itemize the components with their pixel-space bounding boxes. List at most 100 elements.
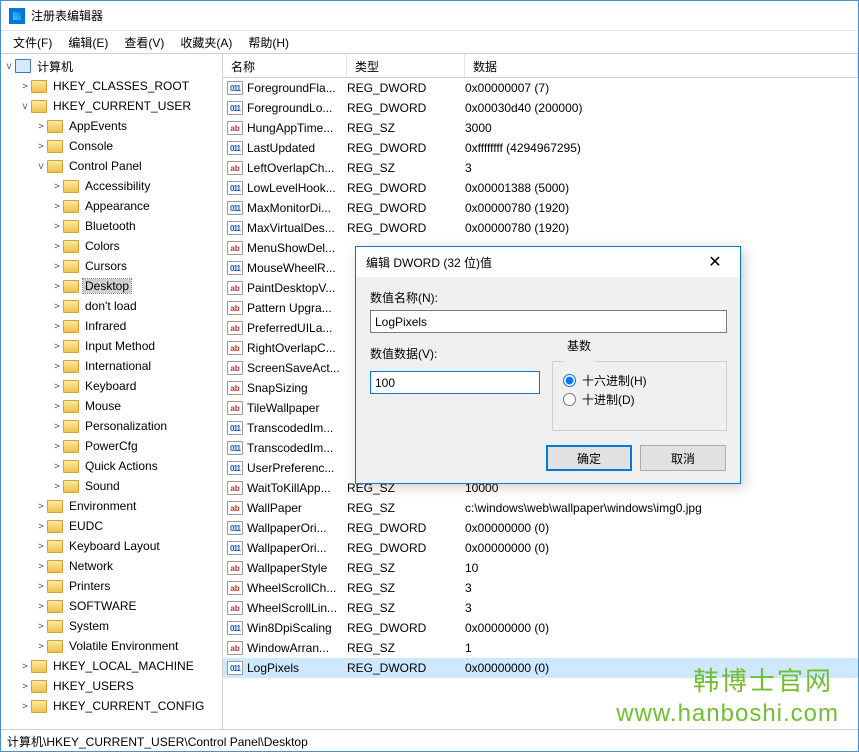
- chevron-right-icon[interactable]: >: [51, 481, 63, 492]
- chevron-right-icon[interactable]: >: [35, 621, 47, 632]
- tree-item[interactable]: >PowerCfg: [1, 436, 222, 456]
- value-row[interactable]: abWheelScrollCh...REG_SZ3: [223, 578, 858, 598]
- tree-item[interactable]: >AppEvents: [1, 116, 222, 136]
- col-type[interactable]: 类型: [347, 54, 465, 77]
- col-name[interactable]: 名称: [223, 54, 347, 77]
- tree-item[interactable]: >HKEY_USERS: [1, 676, 222, 696]
- menu-help[interactable]: 帮助(H): [242, 32, 295, 53]
- tree-item[interactable]: >Accessibility: [1, 176, 222, 196]
- value-row[interactable]: 011MaxMonitorDi...REG_DWORD0x00000780 (1…: [223, 198, 858, 218]
- menu-file[interactable]: 文件(F): [7, 32, 58, 53]
- col-data[interactable]: 数据: [465, 54, 858, 77]
- tree-item[interactable]: v计算机: [1, 56, 222, 76]
- tree-item[interactable]: >Console: [1, 136, 222, 156]
- tree-item[interactable]: >Keyboard: [1, 376, 222, 396]
- chevron-down-icon[interactable]: v: [3, 61, 15, 72]
- chevron-right-icon[interactable]: >: [51, 221, 63, 232]
- menu-view[interactable]: 查看(V): [118, 32, 170, 53]
- chevron-right-icon[interactable]: >: [51, 461, 63, 472]
- tree-item[interactable]: >Printers: [1, 576, 222, 596]
- chevron-right-icon[interactable]: >: [51, 261, 63, 272]
- chevron-right-icon[interactable]: >: [35, 121, 47, 132]
- chevron-right-icon[interactable]: >: [51, 321, 63, 332]
- tree-item[interactable]: >Personalization: [1, 416, 222, 436]
- value-row[interactable]: 011Win8DpiScalingREG_DWORD0x00000000 (0): [223, 618, 858, 638]
- value-row[interactable]: abHungAppTime...REG_SZ3000: [223, 118, 858, 138]
- tree-item[interactable]: >Colors: [1, 236, 222, 256]
- chevron-right-icon[interactable]: >: [35, 641, 47, 652]
- chevron-right-icon[interactable]: >: [19, 681, 31, 692]
- chevron-right-icon[interactable]: >: [51, 341, 63, 352]
- chevron-right-icon[interactable]: >: [35, 541, 47, 552]
- chevron-right-icon[interactable]: >: [35, 521, 47, 532]
- chevron-right-icon[interactable]: >: [35, 141, 47, 152]
- value-row[interactable]: 011WallpaperOri...REG_DWORD0x00000000 (0…: [223, 538, 858, 558]
- ok-button[interactable]: 确定: [546, 445, 632, 471]
- chevron-right-icon[interactable]: >: [51, 421, 63, 432]
- value-row[interactable]: 011MaxVirtualDes...REG_DWORD0x00000780 (…: [223, 218, 858, 238]
- chevron-right-icon[interactable]: >: [51, 361, 63, 372]
- tree-item[interactable]: >HKEY_LOCAL_MACHINE: [1, 656, 222, 676]
- tree-item[interactable]: >Appearance: [1, 196, 222, 216]
- chevron-right-icon[interactable]: >: [19, 661, 31, 672]
- chevron-right-icon[interactable]: >: [51, 401, 63, 412]
- radio-dec-row[interactable]: 十进制(D): [563, 391, 716, 408]
- tree-item[interactable]: >Sound: [1, 476, 222, 496]
- tree-item[interactable]: >Input Method: [1, 336, 222, 356]
- tree-item[interactable]: >Bluetooth: [1, 216, 222, 236]
- tree-item[interactable]: >Infrared: [1, 316, 222, 336]
- radio-hex-row[interactable]: 十六进制(H): [563, 372, 716, 389]
- value-row[interactable]: abWheelScrollLin...REG_SZ3: [223, 598, 858, 618]
- tree-item[interactable]: >Network: [1, 556, 222, 576]
- radio-hex[interactable]: [563, 374, 576, 387]
- tree-item[interactable]: >SOFTWARE: [1, 596, 222, 616]
- value-row[interactable]: 011LastUpdatedREG_DWORD0xffffffff (42949…: [223, 138, 858, 158]
- tree-item[interactable]: vControl Panel: [1, 156, 222, 176]
- tree-item[interactable]: >System: [1, 616, 222, 636]
- chevron-right-icon[interactable]: >: [51, 301, 63, 312]
- value-name-input[interactable]: [370, 310, 727, 333]
- value-row[interactable]: abWallpaperStyleREG_SZ10: [223, 558, 858, 578]
- cancel-button[interactable]: 取消: [640, 445, 726, 471]
- tree-item[interactable]: >EUDC: [1, 516, 222, 536]
- tree-item[interactable]: >Volatile Environment: [1, 636, 222, 656]
- chevron-right-icon[interactable]: >: [35, 581, 47, 592]
- tree-item[interactable]: >Mouse: [1, 396, 222, 416]
- close-icon[interactable]: ✕: [700, 247, 730, 277]
- tree-item[interactable]: >International: [1, 356, 222, 376]
- chevron-down-icon[interactable]: v: [19, 101, 31, 112]
- chevron-right-icon[interactable]: >: [19, 701, 31, 712]
- tree-item[interactable]: >Environment: [1, 496, 222, 516]
- chevron-right-icon[interactable]: >: [51, 201, 63, 212]
- tree-item[interactable]: vHKEY_CURRENT_USER: [1, 96, 222, 116]
- chevron-right-icon[interactable]: >: [51, 181, 63, 192]
- value-row[interactable]: abWindowArran...REG_SZ1: [223, 638, 858, 658]
- menu-edit[interactable]: 编辑(E): [62, 32, 114, 53]
- chevron-right-icon[interactable]: >: [35, 601, 47, 612]
- value-row[interactable]: abLeftOverlapCh...REG_SZ3: [223, 158, 858, 178]
- value-row[interactable]: 011LogPixelsREG_DWORD0x00000000 (0): [223, 658, 858, 678]
- chevron-right-icon[interactable]: >: [51, 241, 63, 252]
- value-row[interactable]: 011ForegroundLo...REG_DWORD0x00030d40 (2…: [223, 98, 858, 118]
- chevron-right-icon[interactable]: >: [35, 561, 47, 572]
- chevron-down-icon[interactable]: v: [35, 161, 47, 172]
- chevron-right-icon[interactable]: >: [35, 501, 47, 512]
- chevron-right-icon[interactable]: >: [51, 441, 63, 452]
- tree-pane[interactable]: v计算机>HKEY_CLASSES_ROOTvHKEY_CURRENT_USER…: [1, 54, 223, 729]
- menu-favorites[interactable]: 收藏夹(A): [174, 32, 238, 53]
- tree-item[interactable]: >Quick Actions: [1, 456, 222, 476]
- tree-item[interactable]: >Desktop: [1, 276, 222, 296]
- chevron-right-icon[interactable]: >: [51, 381, 63, 392]
- radio-dec[interactable]: [563, 393, 576, 406]
- chevron-right-icon[interactable]: >: [19, 81, 31, 92]
- value-row[interactable]: 011LowLevelHook...REG_DWORD0x00001388 (5…: [223, 178, 858, 198]
- tree-item[interactable]: >HKEY_CURRENT_CONFIG: [1, 696, 222, 716]
- tree-item[interactable]: >don't load: [1, 296, 222, 316]
- tree-item[interactable]: >Keyboard Layout: [1, 536, 222, 556]
- value-row[interactable]: 011WallpaperOri...REG_DWORD0x00000000 (0…: [223, 518, 858, 538]
- value-data-input[interactable]: [370, 371, 540, 394]
- tree-item[interactable]: >Cursors: [1, 256, 222, 276]
- value-row[interactable]: abWallPaperREG_SZc:\windows\web\wallpape…: [223, 498, 858, 518]
- value-row[interactable]: 011ForegroundFla...REG_DWORD0x00000007 (…: [223, 78, 858, 98]
- tree-item[interactable]: >HKEY_CLASSES_ROOT: [1, 76, 222, 96]
